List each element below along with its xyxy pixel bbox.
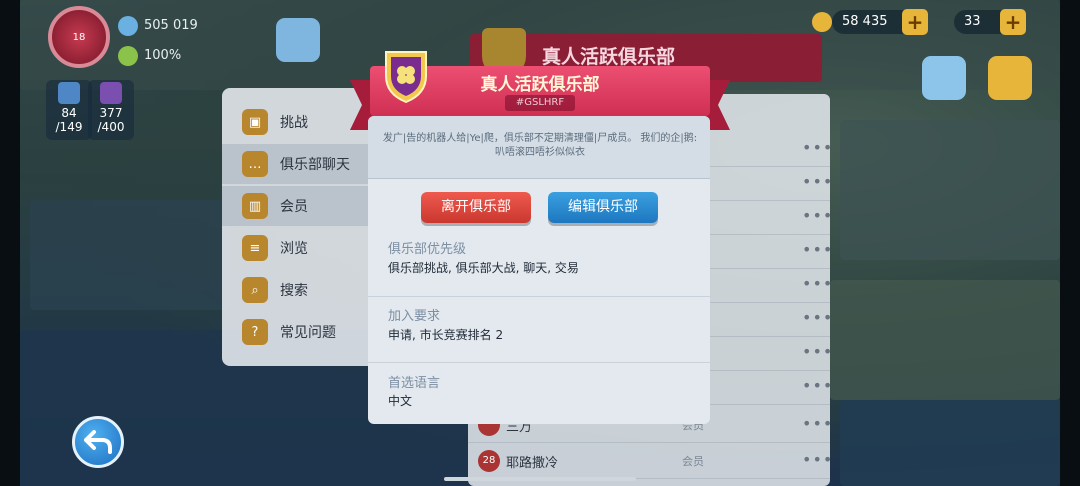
add-simoleons-button[interactable]: + [902,9,928,35]
storage-icon [100,82,122,104]
more-icon[interactable]: ••• [802,308,833,327]
more-icon[interactable]: ••• [802,342,833,361]
population-value: 505 019 [144,18,198,33]
priority-section: 俱乐部优先级 俱乐部挑战, 俱乐部大战, 聊天, 交易 [368,232,710,296]
club-tag: #GSLHRF [505,95,575,111]
more-icon[interactable]: ••• [802,138,833,157]
menu-item-label: 浏览 [280,241,308,257]
back-arrow-icon [84,430,112,454]
more-icon[interactable]: ••• [802,450,833,469]
add-simcash-button[interactable]: + [1000,9,1026,35]
club-shield-icon [385,51,427,104]
resource-storage-1[interactable]: 84 /149 [46,80,92,140]
menu-item-label: 会员 [280,199,308,215]
member-name: 耶路撒冷 [506,456,559,471]
more-icon[interactable]: ••• [802,414,833,433]
resource2-count: 377 [99,106,123,120]
simoleon-icon [812,12,832,32]
list-icon: ≡ [242,235,268,261]
menu-item-label: 挑战 [280,115,308,131]
edit-club-button[interactable]: 编辑俱乐部 [548,192,658,223]
chest-icon: ▣ [242,109,268,135]
achievements-icon[interactable] [276,18,320,62]
happiness-value: 100% [144,48,182,63]
level-value: 18 [72,31,86,43]
book-icon: ? [242,319,268,345]
language-label: 首选语言 [388,376,441,391]
more-icon[interactable]: ••• [802,274,833,293]
building-icon: ▥ [242,193,268,219]
requirement-value: 申请, 市长竞赛排名 2 [388,328,504,342]
happiness-icon [118,46,138,66]
leave-club-button[interactable]: 离开俱乐部 [421,192,531,223]
club-info-dialog: 发广|告的机器人给|Ye|爬，俱乐部不定期清理僵|尸成员。 我们的企|鹅:叭唔滚… [368,116,710,424]
chat-bubble-icon: … [242,151,268,177]
shop-bag-icon[interactable] [988,56,1032,100]
resource2-cap: /400 [97,120,125,134]
level-badge[interactable]: 18 [48,6,110,68]
more-icon[interactable]: ••• [802,206,833,225]
list-row[interactable]: 28 耶路撒冷 会员 ••• [468,444,833,479]
more-icon[interactable]: ••• [802,172,833,191]
menu-item-faq[interactable]: ? 常见问题 [222,312,382,352]
menu-item-label: 常见问题 [280,325,336,341]
menu-item-browse[interactable]: ≡ 浏览 [222,228,382,268]
requirement-label: 加入要求 [388,309,441,324]
population-icon [118,16,138,36]
resource-storage-2[interactable]: 377 /400 [88,80,134,140]
menu-item-label: 俱乐部聊天 [280,157,350,173]
storage-icon [58,82,80,104]
member-role: 会员 [682,455,704,468]
dialog-title: 真人活跃俱乐部 [480,75,600,95]
magnifier-icon: ⌕ [242,277,268,303]
requirement-section: 加入要求 申请, 市长竞赛排名 2 [368,296,710,363]
language-section: 首选语言 中文 [368,362,710,424]
menu-item-club-chat[interactable]: … 俱乐部聊天 [222,144,382,184]
more-icon[interactable]: ••• [802,240,833,259]
club-description-box: 发广|告的机器人给|Ye|爬，俱乐部不定期清理僵|尸成员。 我们的企|鹅:叭唔滚… [368,116,710,179]
back-button[interactable] [72,416,124,468]
menu-item-label: 搜索 [280,283,308,299]
menu-item-search[interactable]: ⌕ 搜索 [222,270,382,310]
rank-badge: 28 [478,450,500,472]
gamepad-icon[interactable] [922,56,966,100]
priority-value: 俱乐部挑战, 俱乐部大战, 聊天, 交易 [388,261,579,275]
more-icon[interactable]: ••• [802,376,833,395]
menu-item-members[interactable]: ▥ 会员 [222,186,382,226]
home-indicator[interactable] [444,477,636,481]
language-value: 中文 [388,394,413,408]
resource1-count: 84 [61,106,77,120]
background-club-title: 真人活跃俱乐部 [542,46,676,68]
club-description: 发广|告的机器人给|Ye|爬，俱乐部不定期清理僵|尸成员。 我们的企|鹅:叭唔滚… [382,133,698,158]
priority-label: 俱乐部优先级 [388,242,467,257]
resource1-cap: /149 [55,120,83,134]
